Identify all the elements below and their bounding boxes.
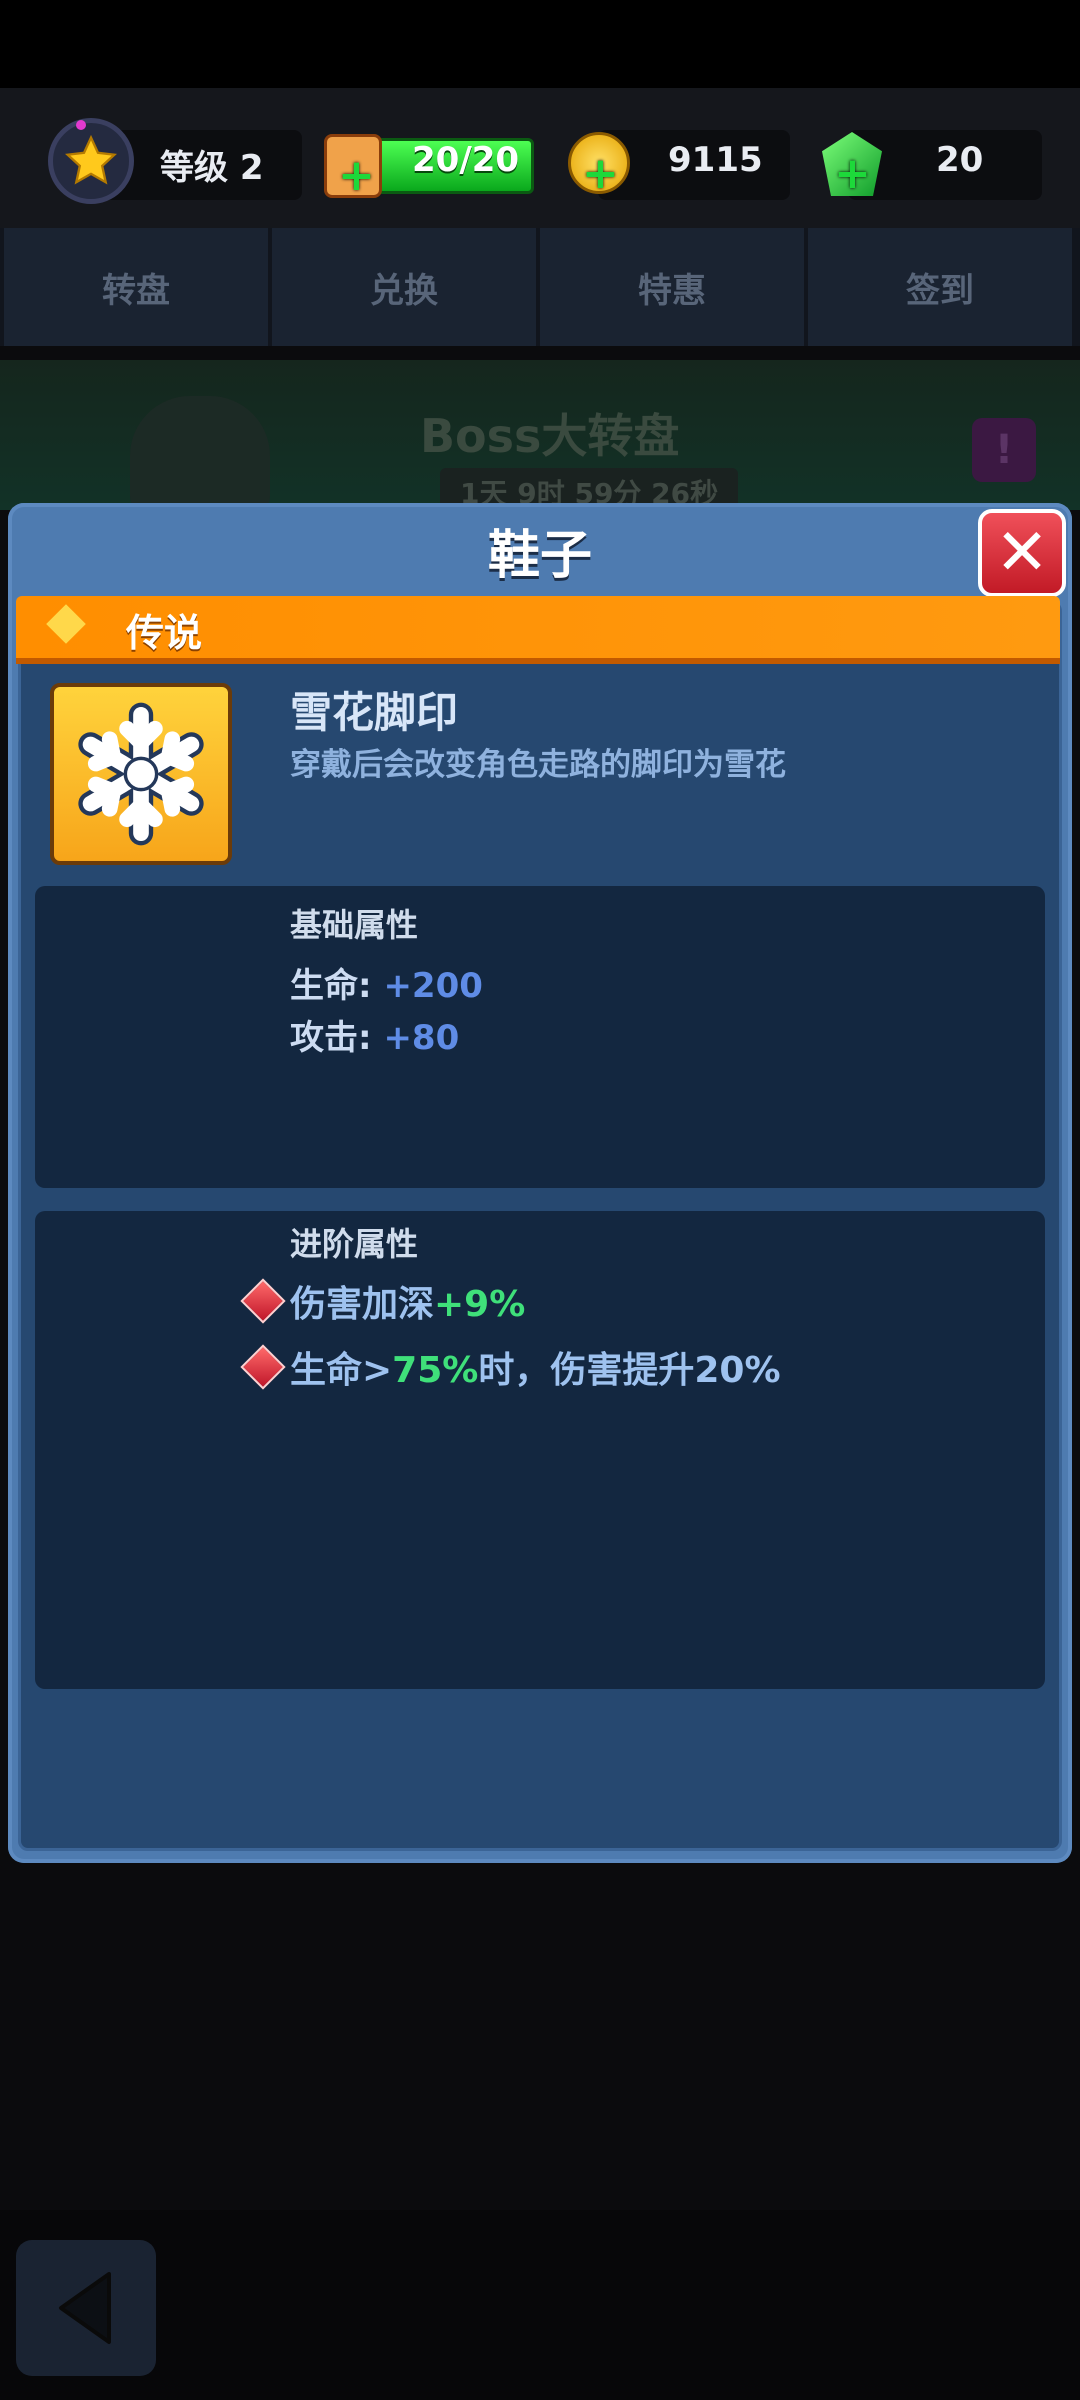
close-icon: ✕ <box>995 516 1049 590</box>
tab-exchange[interactable]: 兑换 <box>272 228 536 346</box>
stat-label: 攻击: <box>290 1018 384 1058</box>
back-button[interactable] <box>16 2240 156 2376</box>
item-description: 穿戴后会改变角色走路的脚印为雪花 <box>290 747 786 783</box>
status-bar <box>0 0 1080 88</box>
rarity-label: 传说 <box>126 611 203 655</box>
attr-text: 生命> <box>290 1350 393 1391</box>
stat-value: +80 <box>383 1018 460 1058</box>
close-button[interactable]: ✕ <box>978 509 1066 597</box>
attr-highlight: 75% <box>392 1350 479 1391</box>
tab-wheel[interactable]: 转盘 <box>4 228 268 346</box>
snowflake-item-icon <box>50 683 232 865</box>
stat-row: 攻击: +80 <box>290 1010 459 1059</box>
item-name: 雪花脚印 <box>290 688 459 737</box>
back-arrow-icon <box>59 2272 111 2344</box>
advanced-attributes-heading: 进阶属性 <box>290 1225 419 1263</box>
tab-bar: 转盘 兑换 特惠 签到 <box>0 228 1080 346</box>
gems-value: 20 <box>936 140 984 180</box>
energy-value: 20/20 <box>412 140 520 180</box>
basic-attributes-panel: 基础属性 生命: +200 攻击: +80 <box>35 886 1045 1188</box>
stat-row: 生命: +200 <box>290 958 483 1007</box>
attr-highlight: +9% <box>434 1284 526 1325</box>
attr-text: 伤害加深 <box>290 1284 435 1325</box>
stat-value: +200 <box>383 966 483 1006</box>
tab-checkin[interactable]: 签到 <box>808 228 1072 346</box>
alert-icon[interactable]: ! <box>972 418 1036 482</box>
advanced-attribute-line: 伤害加深+9% <box>290 1275 525 1327</box>
stat-label: 生命: <box>290 966 384 1006</box>
level-progress-dot <box>76 120 86 130</box>
banner-title: Boss大转盘 <box>420 409 680 463</box>
attr-text: 时，伤害提升20% <box>478 1350 781 1391</box>
boss-mascot-image <box>130 396 270 516</box>
red-gem-icon <box>240 1278 286 1324</box>
dialog-title: 鞋子 <box>487 526 592 586</box>
red-gem-icon <box>240 1344 286 1390</box>
energy-add-icon[interactable]: + <box>338 154 375 198</box>
gem-add-icon[interactable]: + <box>834 152 871 196</box>
rarity-bar: 传说 <box>16 596 1060 664</box>
item-detail-dialog: 鞋子 ✕ 传说 雪花脚印 穿戴后会改变角色走路的脚印为雪花 基础属性 生命: +… <box>8 503 1072 1863</box>
rarity-diamond-icon <box>46 604 86 644</box>
bottom-bar <box>0 2210 1080 2400</box>
coin-add-icon[interactable]: + <box>582 152 619 196</box>
advanced-attributes-panel: 进阶属性 伤害加深+9% 生命>75%时，伤害提升20% <box>35 1211 1045 1689</box>
top-hud: 等级 2 + 20/20 + 9115 + 20 <box>0 88 1080 228</box>
level-label: 等级 2 <box>160 148 264 188</box>
tab-deals[interactable]: 特惠 <box>540 228 804 346</box>
advanced-attribute-line: 生命>75%时，伤害提升20% <box>290 1341 781 1393</box>
level-star-icon <box>48 118 134 204</box>
coins-value: 9115 <box>668 140 763 180</box>
basic-attributes-heading: 基础属性 <box>290 906 419 944</box>
